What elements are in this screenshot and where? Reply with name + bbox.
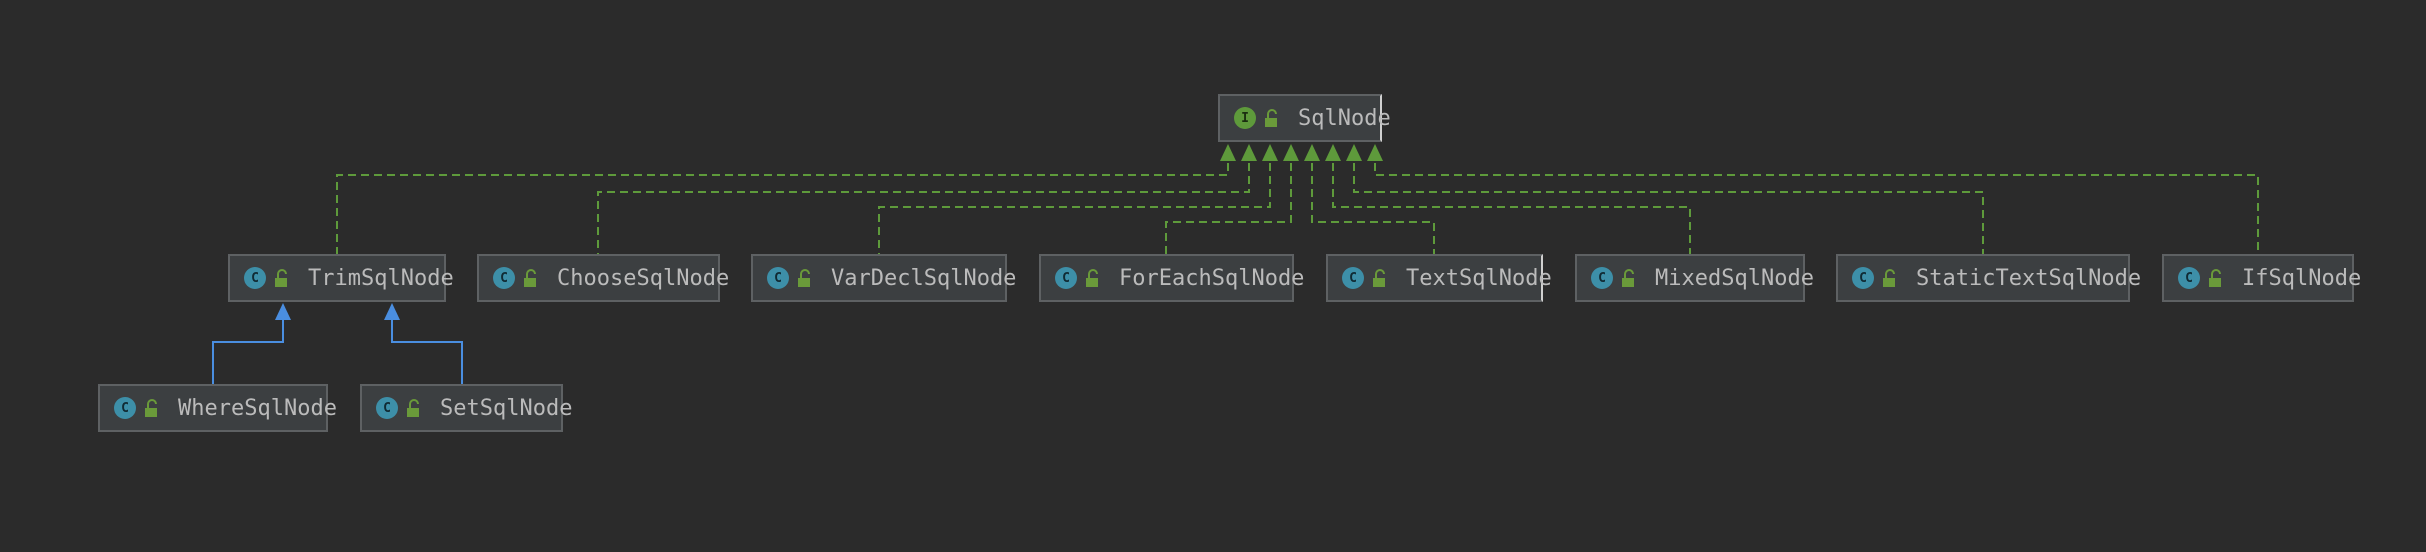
class-icon: C (2178, 267, 2200, 289)
node-label: ForEachSqlNode (1119, 265, 1305, 291)
node-label: SqlNode (1298, 105, 1391, 131)
implements-edge (1165, 163, 1292, 254)
implements-edge (878, 163, 1271, 254)
class-icon: C (1591, 267, 1613, 289)
public-access-icon (145, 399, 157, 417)
implements-arrowhead (1304, 144, 1320, 161)
implements-arrowhead (1262, 144, 1278, 161)
implements-edge (1374, 163, 2259, 254)
node-label: TrimSqlNode (308, 265, 454, 291)
node-mixedsqlnode[interactable]: C MixedSqlNode (1575, 254, 1814, 302)
uml-diagram: I SqlNode C TrimSqlNode C ChooseSqlNode … (0, 0, 2426, 552)
public-access-icon (798, 269, 810, 287)
node-statictextsqlnode[interactable]: C StaticTextSqlNode (1836, 254, 2141, 302)
public-access-icon (1265, 109, 1277, 127)
public-access-icon (275, 269, 287, 287)
class-icon: C (1055, 267, 1077, 289)
node-label: VarDeclSqlNode (831, 265, 1017, 291)
node-label: IfSqlNode (2242, 265, 2362, 291)
public-access-icon (2209, 269, 2221, 287)
public-access-icon (1883, 269, 1895, 287)
implements-edge (1332, 163, 1691, 254)
class-icon: C (114, 397, 136, 419)
implements-edge (1353, 163, 1984, 254)
extends-edge (391, 320, 463, 384)
implements-edge (1311, 163, 1435, 254)
class-icon: C (1852, 267, 1874, 289)
node-sqlnode[interactable]: I SqlNode (1218, 94, 1391, 142)
node-label: SetSqlNode (440, 395, 573, 421)
implements-arrowhead (1346, 144, 1362, 161)
extends-arrowhead (275, 303, 291, 320)
node-label: TextSqlNode (1406, 265, 1552, 291)
implements-arrowhead (1325, 144, 1341, 161)
interface-icon: I (1234, 107, 1256, 129)
node-ifsqlnode[interactable]: C IfSqlNode (2162, 254, 2361, 302)
node-trimsqlnode[interactable]: C TrimSqlNode (228, 254, 454, 302)
class-icon: C (767, 267, 789, 289)
node-label: StaticTextSqlNode (1916, 265, 2142, 291)
node-wheresqlnode[interactable]: C WhereSqlNode (98, 384, 337, 432)
node-vardeclsqlnode[interactable]: C VarDeclSqlNode (751, 254, 1016, 302)
node-label: WhereSqlNode (178, 395, 337, 421)
implements-arrowhead (1283, 144, 1299, 161)
node-textsqlnode[interactable]: C TextSqlNode (1326, 254, 1552, 302)
public-access-icon (407, 399, 419, 417)
node-setsqlnode[interactable]: C SetSqlNode (360, 384, 572, 432)
class-icon: C (244, 267, 266, 289)
class-icon: C (493, 267, 515, 289)
class-icon: C (376, 397, 398, 419)
implements-arrowhead (1367, 144, 1383, 161)
node-label: MixedSqlNode (1655, 265, 1814, 291)
extends-edge (212, 320, 284, 384)
implements-arrowhead (1220, 144, 1236, 161)
extends-arrowhead (384, 303, 400, 320)
public-access-icon (1373, 269, 1385, 287)
implements-edge (597, 163, 1250, 254)
node-foreachsqlnode[interactable]: C ForEachSqlNode (1039, 254, 1304, 302)
node-label: ChooseSqlNode (557, 265, 730, 291)
implements-edge (336, 163, 1229, 254)
class-icon: C (1342, 267, 1364, 289)
node-choosesqlnode[interactable]: C ChooseSqlNode (477, 254, 729, 302)
public-access-icon (524, 269, 536, 287)
implements-arrowhead (1241, 144, 1257, 161)
public-access-icon (1622, 269, 1634, 287)
public-access-icon (1086, 269, 1098, 287)
